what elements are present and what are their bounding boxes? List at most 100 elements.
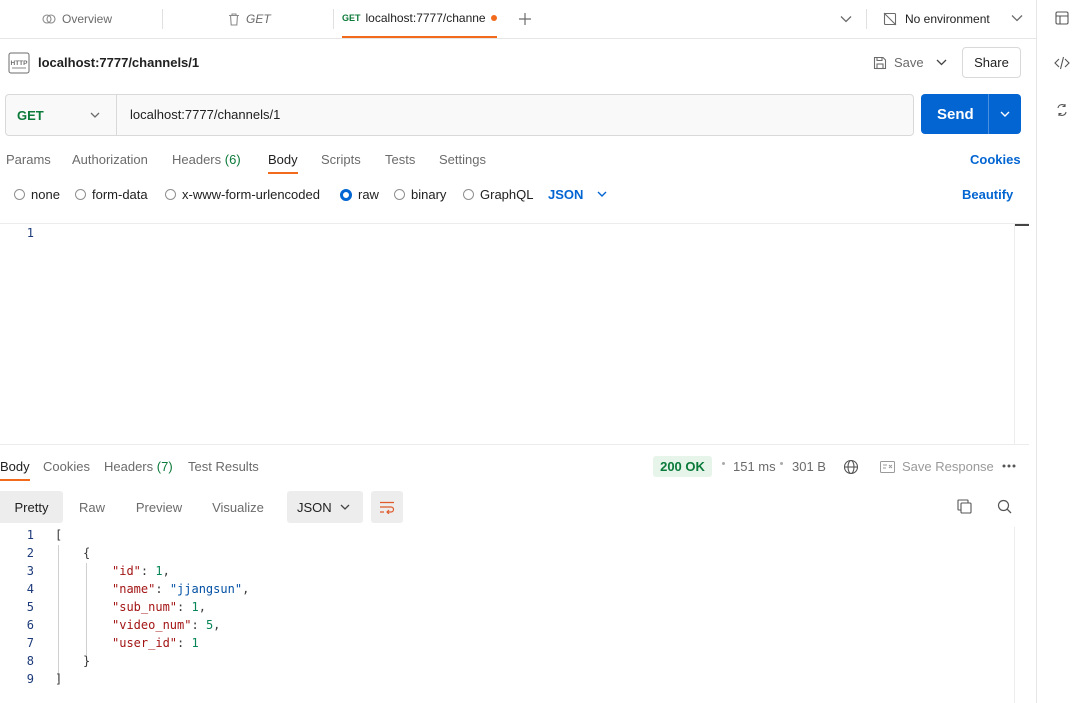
url-input[interactable]: localhost:7777/channels/1 <box>130 107 280 122</box>
body-option-graphql[interactable]: GraphQL <box>463 187 533 202</box>
beautify-button[interactable]: Beautify <box>962 187 1013 202</box>
send-label: Send <box>937 106 974 123</box>
body-option-binary-label: binary <box>411 187 447 202</box>
tab-settings[interactable]: Settings <box>439 152 486 167</box>
line-number: 4 <box>26 582 34 596</box>
body-option-urlencoded-label: x-www-form-urlencoded <box>182 187 320 202</box>
tab-overview[interactable]: Overview <box>42 0 112 38</box>
new-tab-button[interactable] <box>518 0 532 38</box>
code-line: [ <box>55 528 63 542</box>
editor-scrollbar[interactable] <box>1014 224 1029 444</box>
radio-binary[interactable] <box>394 189 405 200</box>
tab-scripts[interactable]: Scripts <box>321 152 361 167</box>
method-label: GET <box>17 107 44 123</box>
copy-icon[interactable] <box>957 499 972 514</box>
separator-dot <box>780 462 783 465</box>
tabs-dropdown-button[interactable] <box>840 0 852 38</box>
response-tab-headers[interactable]: Headers (7) <box>104 459 173 474</box>
save-options-button[interactable] <box>929 47 953 78</box>
separator-dot <box>722 462 725 465</box>
response-scrollbar[interactable] <box>1014 527 1015 703</box>
chevron-down-icon <box>936 59 947 66</box>
tab-headers-count: (6) <box>224 152 241 167</box>
right-sidebar <box>1036 0 1080 703</box>
tab-get[interactable]: GET <box>228 0 271 38</box>
indent-guide <box>86 563 87 663</box>
tab-tests[interactable]: Tests <box>385 152 415 167</box>
code-line: "name": "jjangsun", <box>112 582 250 596</box>
share-label: Share <box>974 55 1009 70</box>
related-collections-icon[interactable] <box>1055 103 1069 117</box>
body-option-urlencoded[interactable]: x-www-form-urlencoded <box>165 187 320 202</box>
radio-none[interactable] <box>14 189 25 200</box>
line-number: 2 <box>26 546 34 560</box>
svg-text:HTTP: HTTP <box>11 60 29 67</box>
chevron-down-icon[interactable] <box>1000 111 1010 118</box>
tab-body[interactable]: Body <box>268 152 298 174</box>
wrap-lines-icon <box>379 501 395 514</box>
radio-urlencoded[interactable] <box>165 189 176 200</box>
response-tab-body[interactable]: Body <box>0 459 30 481</box>
chevron-down-icon <box>90 112 100 119</box>
json-key: "id" <box>112 564 141 578</box>
response-tab-headers-label: Headers <box>104 459 154 474</box>
editor-line-number: 1 <box>26 226 34 240</box>
editor-scroll-thumb[interactable] <box>1015 224 1029 226</box>
status-badge[interactable]: 200 OK <box>653 456 712 477</box>
chevron-down-icon <box>840 15 852 23</box>
body-option-raw[interactable]: raw <box>340 187 379 202</box>
body-format-select[interactable]: JSON <box>548 187 607 202</box>
more-options-icon[interactable] <box>1002 464 1016 468</box>
tab-authorization[interactable]: Authorization <box>72 152 148 167</box>
radio-form-data[interactable] <box>75 189 86 200</box>
body-option-none[interactable]: none <box>14 187 60 202</box>
response-tab-cookies[interactable]: Cookies <box>43 459 90 474</box>
wrap-lines-button[interactable] <box>371 491 403 523</box>
save-response-button[interactable]: Save Response <box>880 459 994 474</box>
json-value: "jjangsun" <box>169 582 243 596</box>
tab-headers[interactable]: Headers (6) <box>172 152 241 167</box>
globe-icon[interactable] <box>843 459 859 475</box>
tab-active-request[interactable]: GET localhost:7777/channel. <box>342 0 497 38</box>
body-option-form-data[interactable]: form-data <box>75 187 148 202</box>
method-select[interactable]: GET <box>6 95 117 135</box>
line-number: 3 <box>26 564 34 578</box>
response-time[interactable]: 151 ms <box>733 459 776 474</box>
environment-label: No environment <box>905 12 990 26</box>
response-tab-test-results[interactable]: Test Results <box>188 459 259 474</box>
radio-raw[interactable] <box>340 188 352 201</box>
json-key: "name" <box>112 582 156 596</box>
send-button[interactable]: Send <box>921 94 1021 134</box>
code-icon[interactable] <box>1054 56 1070 70</box>
view-raw-button[interactable]: Raw <box>63 491 121 523</box>
environment-selector[interactable]: No environment <box>883 0 1023 38</box>
response-body-viewer[interactable]: 1 2 3 4 5 6 7 8 9 [ { "id": 1, "name": "… <box>0 527 1015 703</box>
share-button[interactable]: Share <box>962 47 1021 78</box>
save-response-label: Save Response <box>902 459 994 474</box>
request-title[interactable]: localhost:7777/channels/1 <box>38 55 199 70</box>
response-size[interactable]: 301 B <box>792 459 826 474</box>
line-number: 5 <box>26 600 34 614</box>
tab-divider <box>333 9 334 29</box>
environment-quicklook-icon[interactable] <box>1055 11 1069 25</box>
view-preview-button[interactable]: Preview <box>121 491 197 523</box>
response-format-select[interactable]: JSON <box>287 491 363 523</box>
code-line: "user_id": 1 <box>112 636 199 650</box>
tab-params[interactable]: Params <box>6 152 51 167</box>
http-icon: HTTP <box>8 52 30 74</box>
view-pretty-button[interactable]: Pretty <box>0 491 63 523</box>
json-key: "user_id" <box>112 636 178 650</box>
request-body-editor[interactable]: 1 <box>0 223 1029 445</box>
overview-icon <box>42 13 56 25</box>
search-icon[interactable] <box>997 499 1012 514</box>
chevron-down-icon <box>597 191 607 198</box>
code-line: "video_num": 5, <box>112 618 221 632</box>
save-button[interactable]: Save <box>868 47 924 78</box>
json-key: "sub_num" <box>112 600 178 614</box>
save-response-icon <box>880 460 895 473</box>
cookies-link[interactable]: Cookies <box>970 152 1021 167</box>
code-line: "sub_num": 1, <box>112 600 206 614</box>
view-visualize-button[interactable]: Visualize <box>197 491 279 523</box>
body-option-binary[interactable]: binary <box>394 187 446 202</box>
radio-graphql[interactable] <box>463 189 474 200</box>
